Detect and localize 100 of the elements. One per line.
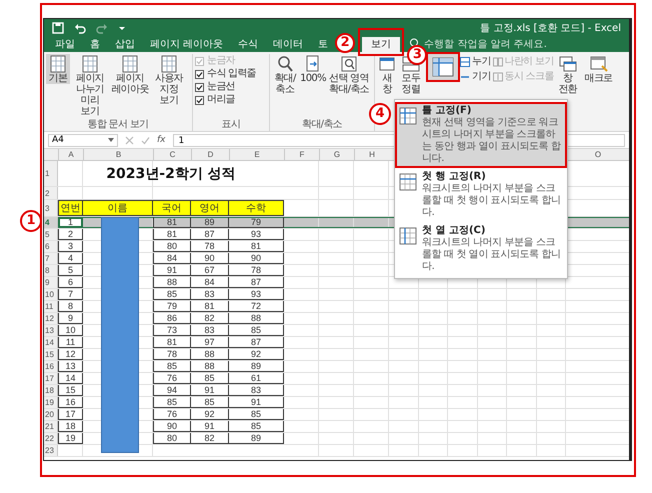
table-cell[interactable]: 85 xyxy=(191,397,229,408)
table-cell[interactable]: 88 xyxy=(191,349,229,360)
table-cell[interactable]: 88 xyxy=(229,313,284,324)
table-cell[interactable]: 83 xyxy=(229,385,284,396)
table-cell[interactable]: 92 xyxy=(191,409,229,420)
table-cell[interactable]: 78 xyxy=(153,349,191,360)
table-cell[interactable]: 76 xyxy=(153,373,191,384)
column-header[interactable]: C xyxy=(153,149,191,160)
table-cell[interactable]: 6 xyxy=(58,277,83,288)
checkbox[interactable] xyxy=(195,96,204,104)
ribbon-tab[interactable]: 페이지 레이아웃 xyxy=(147,36,226,52)
name-box[interactable]: A4 xyxy=(48,134,118,146)
table-cell[interactable]: 15 xyxy=(58,385,83,396)
table-cell[interactable]: 19 xyxy=(58,433,83,444)
row-header[interactable]: 15 xyxy=(44,349,58,360)
table-cell[interactable]: 1 xyxy=(58,217,83,228)
row-header[interactable]: 6 xyxy=(44,241,58,252)
table-cell[interactable]: 4 xyxy=(58,253,83,264)
table-cell[interactable]: 92 xyxy=(229,349,284,360)
table-cell[interactable]: 84 xyxy=(153,253,191,264)
table-cell[interactable]: 11 xyxy=(58,337,83,348)
table-cell[interactable]: 16 xyxy=(58,397,83,408)
table-cell[interactable]: 94 xyxy=(153,385,191,396)
ribbon-tab[interactable]: 삽입 xyxy=(112,36,138,52)
search-field[interactable]: 수행할 작업을 알려 주세요. xyxy=(424,37,547,51)
table-row[interactable]: 10 7 85 83 93 xyxy=(44,289,629,301)
table-cell[interactable]: 82 xyxy=(191,433,229,444)
table-cell[interactable]: 85 xyxy=(229,409,284,420)
table-cell[interactable]: 9 xyxy=(58,313,83,324)
ribbon-tab[interactable]: 데이터 xyxy=(270,36,306,52)
table-row[interactable]: 19 16 85 85 91 xyxy=(44,397,629,409)
view-button[interactable]: 페이지 레이아웃 xyxy=(110,54,150,95)
column-header[interactable]: B xyxy=(83,149,153,160)
column-header[interactable]: H xyxy=(354,149,389,160)
table-cell[interactable]: 82 xyxy=(191,313,229,324)
row-header[interactable]: 13 xyxy=(44,325,58,336)
checkbox[interactable] xyxy=(195,70,204,78)
table-cell[interactable]: 5 xyxy=(58,265,83,276)
table-cell[interactable]: 81 xyxy=(153,217,191,228)
check-icon[interactable] xyxy=(141,136,150,144)
checkbox-label[interactable]: 수식 입력줄 xyxy=(207,68,256,80)
row-header[interactable]: 18 xyxy=(44,385,58,396)
table-cell[interactable]: 14 xyxy=(58,373,83,384)
table-cell[interactable]: 85 xyxy=(191,373,229,384)
row-header[interactable]: 1 xyxy=(44,161,58,186)
table-cell[interactable]: 2 xyxy=(58,229,83,240)
table-row[interactable]: 17 14 76 85 61 xyxy=(44,373,629,385)
caret-icon[interactable] xyxy=(108,138,114,142)
table-cell[interactable]: 80 xyxy=(153,433,191,444)
table-cell[interactable]: 81 xyxy=(153,337,191,348)
checkbox[interactable] xyxy=(195,82,204,92)
table-cell[interactable]: 79 xyxy=(229,217,284,228)
table-cell[interactable]: 3 xyxy=(58,241,83,252)
table-row[interactable]: 20 17 76 92 85 xyxy=(44,409,629,421)
row-header[interactable]: 8 xyxy=(44,265,58,276)
save-icon[interactable] xyxy=(52,22,64,34)
switch-windows-button[interactable]: 창 전환 xyxy=(556,54,580,95)
zoom-button[interactable]: 100% xyxy=(300,54,326,84)
table-cell[interactable]: 78 xyxy=(191,241,229,252)
table-cell[interactable]: 72 xyxy=(229,301,284,312)
row-header[interactable]: 21 xyxy=(44,421,58,432)
table-cell[interactable]: 87 xyxy=(229,337,284,348)
row-header[interactable]: 4 xyxy=(44,217,58,228)
table-row[interactable]: 14 11 81 97 87 xyxy=(44,337,629,349)
table-cell[interactable]: 91 xyxy=(191,421,229,432)
table-row[interactable]: 22 19 80 82 89 xyxy=(44,433,629,445)
column-header[interactable]: E xyxy=(229,149,284,160)
table-cell[interactable]: 12 xyxy=(58,349,83,360)
table-cell[interactable]: 78 xyxy=(229,265,284,276)
ribbon-tab[interactable]: 토 xyxy=(315,36,332,52)
table-cell[interactable]: 91 xyxy=(191,385,229,396)
table-cell[interactable]: 91 xyxy=(153,265,191,276)
ribbon-tab[interactable]: 보기 xyxy=(362,36,400,52)
row-header[interactable]: 7 xyxy=(44,253,58,264)
table-row[interactable]: 21 18 90 91 85 xyxy=(44,421,629,433)
table-row[interactable]: 12 9 86 82 88 xyxy=(44,313,629,325)
table-cell[interactable]: 83 xyxy=(191,325,229,336)
column-header[interactable]: A xyxy=(58,149,83,160)
row-header[interactable]: 20 xyxy=(44,409,58,420)
table-cell[interactable]: 80 xyxy=(153,241,191,252)
table-cell[interactable]: 85 xyxy=(153,397,191,408)
macros-button[interactable]: 매크로 xyxy=(582,54,616,84)
table-cell[interactable]: 79 xyxy=(153,301,191,312)
table-cell[interactable]: 81 xyxy=(191,301,229,312)
table-cell[interactable]: 81 xyxy=(153,229,191,240)
checkbox-label[interactable]: 눈금선 xyxy=(207,81,235,93)
table-cell[interactable]: 88 xyxy=(153,277,191,288)
view-button[interactable]: 기본 xyxy=(46,54,70,84)
column-header[interactable]: G xyxy=(319,149,354,160)
table-cell[interactable]: 13 xyxy=(58,361,83,372)
table-cell[interactable]: 8 xyxy=(58,301,83,312)
table-cell[interactable]: 89 xyxy=(229,361,284,372)
undo-icon[interactable] xyxy=(74,22,86,34)
row-header[interactable]: 17 xyxy=(44,373,58,384)
row-header[interactable]: 11 xyxy=(44,301,58,312)
table-cell[interactable]: 76 xyxy=(153,409,191,420)
row-header[interactable]: 9 xyxy=(44,277,58,288)
table-cell[interactable]: 97 xyxy=(191,337,229,348)
table-cell[interactable]: 85 xyxy=(229,421,284,432)
table-cell[interactable]: 89 xyxy=(229,433,284,444)
